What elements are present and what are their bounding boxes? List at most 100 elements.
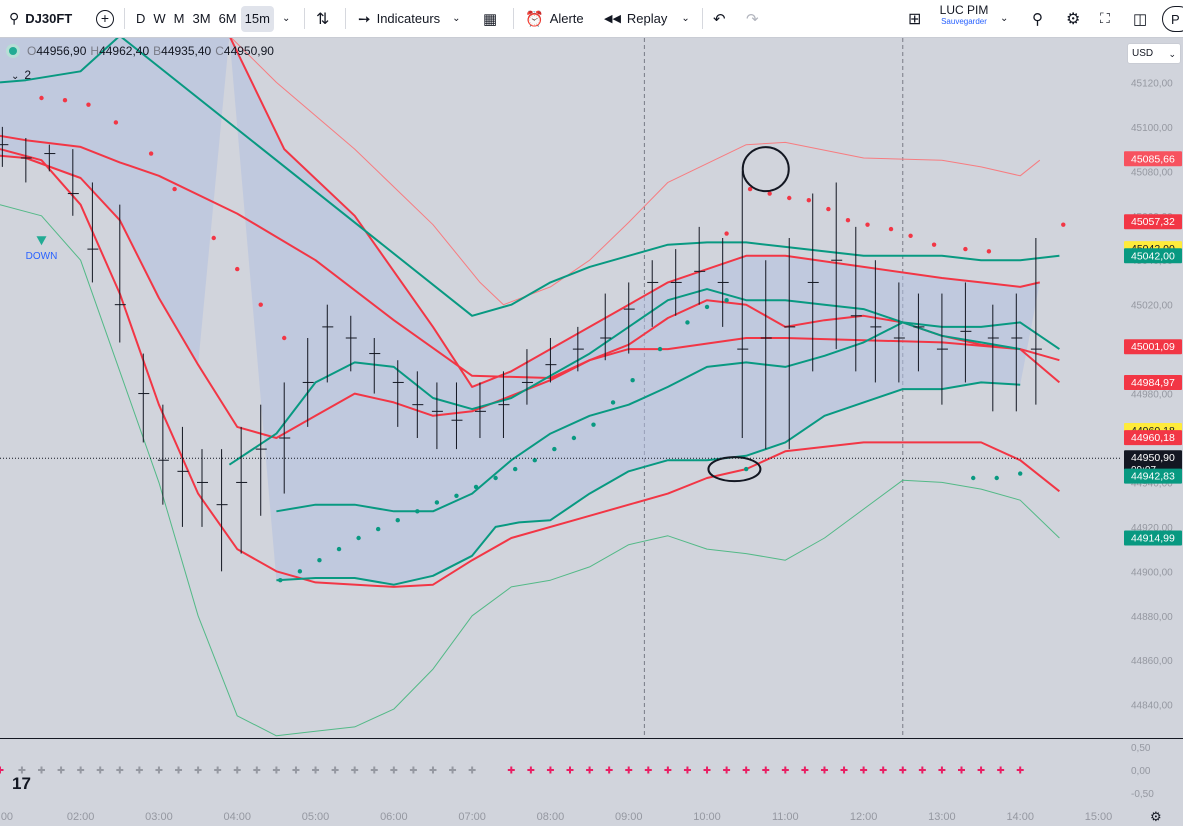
psar-dot	[888, 226, 894, 232]
price-axis-label-text: 45057,32	[1131, 216, 1175, 228]
symbol-search[interactable]: ⚲ DJ30FT	[9, 0, 72, 37]
indicators-toggle[interactable]: ⌄ 2	[11, 68, 31, 82]
psar-dot	[591, 422, 596, 427]
timeframe-3m[interactable]: 3M	[189, 11, 215, 26]
psar-dot	[317, 558, 322, 563]
x-tick-label: 03:00	[145, 811, 173, 823]
low-value: 44935,40	[161, 44, 212, 58]
publish-button[interactable]: P	[1162, 6, 1183, 32]
alert-button[interactable]: ⏰ Alerte	[525, 0, 584, 37]
x-tick-label: 1:00	[0, 811, 13, 823]
layout-save-button[interactable]: LUC PIM Sauvegarder	[930, 4, 998, 27]
psar-dot	[630, 378, 635, 383]
psar-dot	[908, 233, 913, 238]
timeframe-w[interactable]: W	[149, 11, 169, 26]
y-tick-label: 44860,00	[1131, 656, 1173, 667]
divider	[345, 8, 346, 29]
camera-icon: ◫	[1133, 10, 1148, 28]
psar-dot	[454, 493, 459, 498]
timeframe-d[interactable]: D	[132, 11, 149, 26]
indicators-button[interactable]: ➙ Indicateurs ⌄	[358, 0, 461, 37]
search-icon: ⚲	[9, 10, 20, 26]
x-tick-label: 15:00	[1085, 811, 1113, 823]
price-axis-label-text: 45042,00	[1131, 250, 1175, 262]
price-axis-label-text: 44914,99	[1131, 533, 1175, 545]
replay-button[interactable]: ◀◀ Replay ⌄	[604, 0, 690, 37]
psar-dot	[685, 320, 690, 325]
templates-button[interactable]: ▦	[483, 0, 497, 37]
timeframe-m[interactable]: M	[170, 11, 189, 26]
y-tick-label: 45120,00	[1131, 78, 1173, 89]
x-tick-label: 02:00	[67, 811, 95, 823]
x-tick-label: 08:00	[537, 811, 565, 823]
psar-dot	[297, 569, 303, 574]
alert-label: Alerte	[549, 11, 584, 26]
fullscreen-button[interactable]: ⛶	[1100, 0, 1110, 37]
psar-dot	[806, 198, 812, 203]
low-key: B	[153, 44, 162, 58]
psar-dot	[724, 298, 729, 303]
psar-dot	[963, 246, 968, 252]
chevron-down-icon: ⌄	[681, 13, 690, 24]
y-tick-label: 45020,00	[1131, 301, 1173, 312]
undo-button[interactable]: ↶	[713, 0, 726, 37]
layout-menu-button[interactable]: ⌄	[1000, 0, 1008, 37]
layout-button[interactable]: ⊞	[908, 0, 921, 37]
settings-icon: ⚙	[1066, 10, 1081, 28]
psar-dot	[211, 235, 216, 241]
x-tick-label: 07:00	[458, 811, 486, 823]
divider	[513, 8, 514, 29]
psar-dot	[552, 446, 557, 452]
psar-dot	[571, 435, 577, 441]
psar-dot	[986, 249, 992, 254]
axis-settings-icon: ⚙	[1150, 810, 1162, 825]
x-tick-label: 13:00	[928, 811, 956, 823]
psar-dot	[931, 242, 937, 247]
psar-dot	[767, 191, 772, 196]
psar-dot	[395, 518, 400, 523]
psar-dot	[512, 466, 518, 472]
currency-select[interactable]: USD ⌄	[1127, 43, 1181, 64]
bar-chart-type-icon: ⇅	[316, 10, 330, 28]
tradingview-logo: 17	[12, 774, 31, 793]
open-key: O	[27, 44, 37, 58]
close-value: 44950,90	[223, 44, 274, 58]
y-tick-label: 44900,00	[1131, 567, 1173, 578]
psar-dot	[113, 120, 119, 125]
psar-dot	[787, 195, 792, 201]
redo-button[interactable]: ↷	[746, 0, 759, 37]
sub-pane-tick-label: 0,50	[1131, 743, 1151, 754]
magnifier-icon: ⚲	[1032, 10, 1043, 28]
compare-button[interactable]: +	[96, 0, 114, 37]
psar-dot	[493, 475, 498, 481]
down-signal-label: DOWN	[26, 251, 58, 262]
sub-pane-tick-label: 0,00	[1131, 766, 1151, 777]
psar-dot	[657, 346, 663, 352]
timeframe-6m[interactable]: 6M	[215, 11, 241, 26]
psar-dot	[356, 535, 361, 541]
timeframe-group: D W M 3M 6M 15m ⌄	[132, 0, 290, 37]
chart-type-button[interactable]: ⇅	[316, 0, 329, 37]
snapshot-button[interactable]: ◫	[1133, 0, 1147, 37]
psar-dot	[415, 509, 420, 514]
settings-button[interactable]: ⚙	[1066, 0, 1080, 37]
y-tick-label: 44880,00	[1131, 612, 1173, 623]
price-chart[interactable]: 45120,0045100,0045080,0045060,0045040,00…	[0, 38, 1183, 826]
alarm-clock-icon: ⏰	[525, 10, 544, 28]
psar-dot	[724, 231, 729, 236]
top-toolbar: ⚲ DJ30FT + D W M 3M 6M 15m ⌄ ⇅ ➙ Indicat…	[0, 0, 1183, 38]
chevron-down-icon[interactable]: ⌄	[282, 13, 290, 24]
psar-dot	[743, 466, 749, 472]
psar-dot	[1018, 471, 1023, 476]
psar-dot	[1061, 222, 1066, 227]
quick-search-button[interactable]: ⚲	[1032, 0, 1043, 37]
x-tick-label: 11:00	[772, 811, 799, 823]
chevron-down-icon: ⌄	[452, 13, 461, 24]
y-tick-label: 45080,00	[1131, 167, 1173, 178]
price-axis-label-text: 45001,09	[1131, 341, 1175, 353]
psar-dot	[282, 335, 287, 341]
indicators-icon: ➙	[358, 10, 371, 28]
timeframe-15m[interactable]: 15m	[240, 5, 274, 32]
psar-dot	[336, 546, 342, 552]
fullscreen-icon: ⛶	[1100, 10, 1110, 26]
